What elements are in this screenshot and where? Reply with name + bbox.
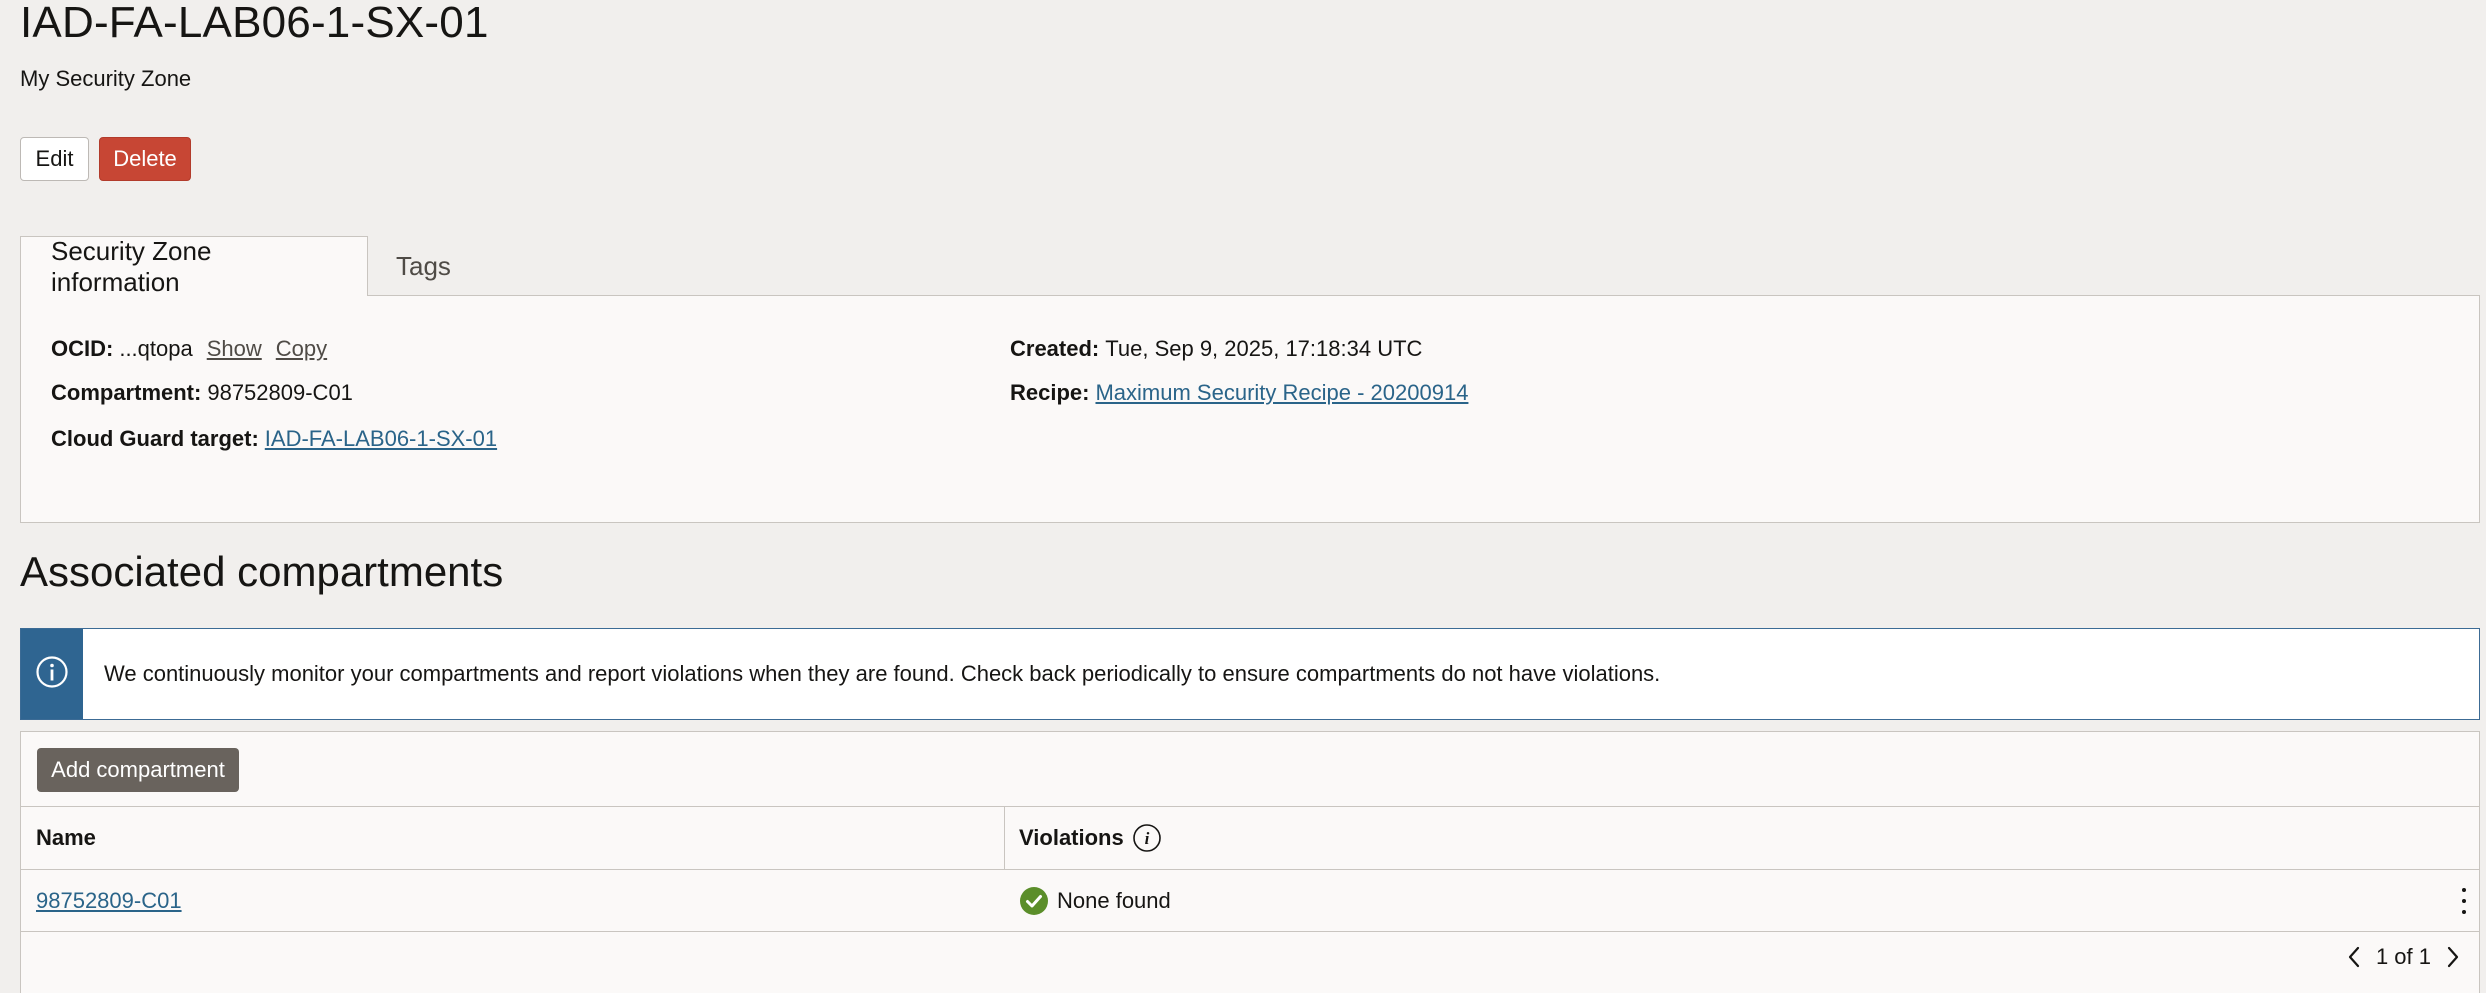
pagination-label: 1 of 1 [2375, 944, 2431, 969]
ocid-row: OCID: ...qtopa Show Copy [51, 336, 327, 362]
created-row: Created: Tue, Sep 9, 2025, 17:18:34 UTC [1010, 336, 1422, 362]
kebab-menu-icon[interactable] [2457, 888, 2471, 914]
tab-security-zone-information[interactable]: Security Zone information [20, 236, 368, 297]
table-header: Name Violations i [21, 806, 2479, 870]
check-circle-icon [1019, 886, 1049, 916]
tab-tags[interactable]: Tags [368, 236, 478, 296]
page-title: IAD-FA-LAB06-1-SX-01 [20, 0, 489, 47]
compartment-value: 98752809-C01 [207, 380, 353, 405]
page-subtitle: My Security Zone [20, 66, 192, 91]
svg-text:i: i [1144, 829, 1149, 848]
info-icon [35, 655, 69, 694]
cloud-guard-target-link[interactable]: IAD-FA-LAB06-1-SX-01 [265, 426, 497, 452]
column-header-violations: Violations i [1019, 807, 1162, 869]
add-compartment-button[interactable]: Add compartment [37, 748, 239, 792]
ocid-value: ...qtopa [119, 336, 193, 361]
pagination: 1 of 1 [2346, 944, 2461, 970]
ocid-copy-link[interactable]: Copy [276, 336, 327, 362]
compartment-row: Compartment: 98752809-C01 [51, 380, 353, 406]
info-panel: OCID: ...qtopa Show Copy Compartment: 98… [20, 295, 2480, 523]
column-header-violations-label: Violations [1019, 825, 1124, 850]
column-divider [1004, 807, 1005, 869]
cloud-guard-row: Cloud Guard target: IAD-FA-LAB06-1-SX-01 [51, 426, 497, 452]
cloud-guard-label: Cloud Guard target: [51, 426, 259, 451]
ocid-label: OCID: [51, 336, 114, 361]
info-banner: We continuously monitor your compartment… [20, 628, 2480, 720]
created-value: Tue, Sep 9, 2025, 17:18:34 UTC [1105, 336, 1423, 361]
ocid-show-link[interactable]: Show [207, 336, 262, 362]
violations-help-icon[interactable]: i [1132, 823, 1162, 853]
compartments-table: Add compartment Name Violations i 987528… [20, 731, 2480, 993]
recipe-label: Recipe: [1010, 380, 1090, 405]
info-banner-strip [21, 629, 83, 719]
column-header-name[interactable]: Name [36, 807, 96, 869]
compartment-label: Compartment: [51, 380, 202, 405]
created-label: Created: [1010, 336, 1100, 361]
chevron-left-icon[interactable] [2346, 945, 2362, 969]
info-banner-text: We continuously monitor your compartment… [104, 661, 1661, 686]
recipe-link[interactable]: Maximum Security Recipe - 20200914 [1095, 380, 1468, 406]
delete-button[interactable]: Delete [99, 137, 191, 181]
chevron-right-icon[interactable] [2445, 945, 2461, 969]
compartment-name-link[interactable]: 98752809-C01 [36, 888, 182, 914]
associated-compartments-title: Associated compartments [20, 548, 504, 595]
table-row: 98752809-C01 None found [21, 870, 2479, 932]
violations-status: None found [1057, 887, 1171, 913]
edit-button[interactable]: Edit [20, 137, 89, 181]
recipe-row: Recipe: Maximum Security Recipe - 202009… [1010, 380, 1468, 406]
